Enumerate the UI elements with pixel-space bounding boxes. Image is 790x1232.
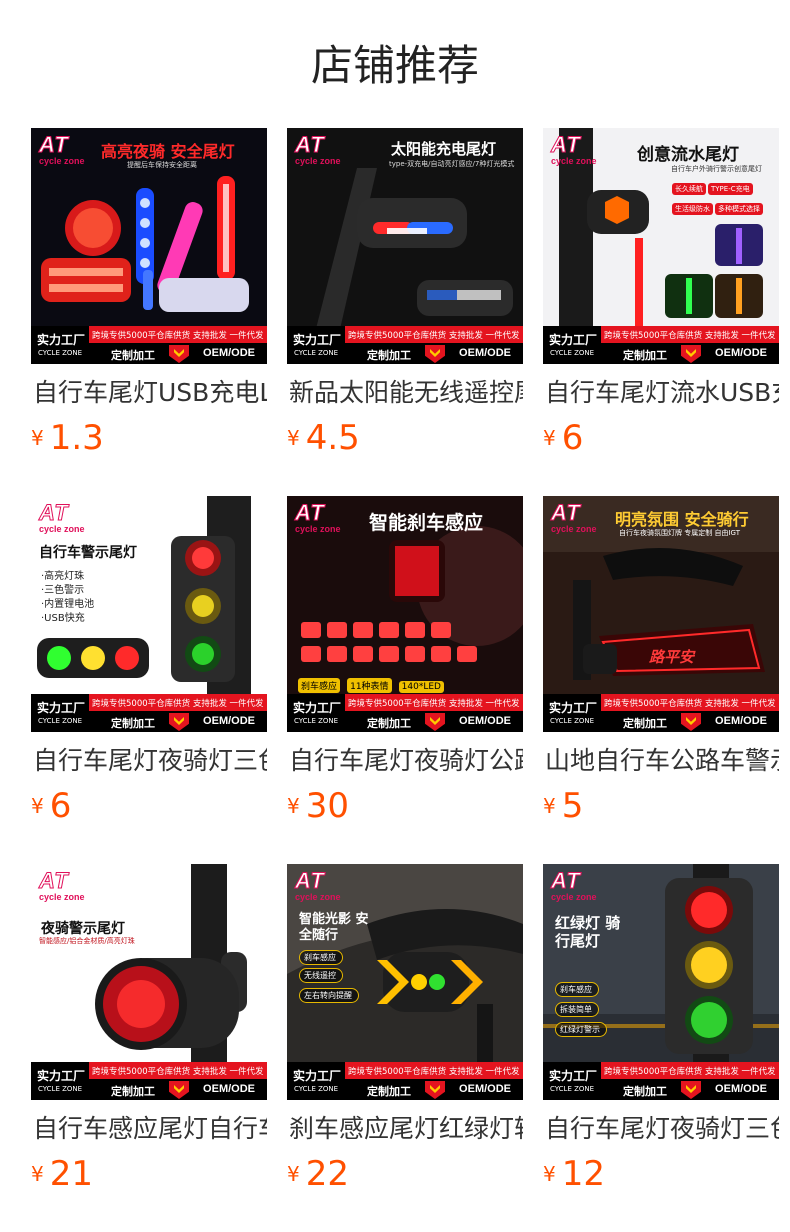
product-price: ¥21	[31, 1154, 93, 1194]
price-value: 30	[305, 786, 349, 826]
product-name[interactable]: 刹车感应尾灯红绿灯转向	[289, 1112, 523, 1146]
image-subline: 自行车户外骑行警示创意尾灯	[671, 165, 762, 173]
product-card[interactable]: AT cycle zone 智能刹车感应 刹车感应 11种表情 140*LED …	[287, 496, 523, 836]
image-headline: 红绿灯 骑行尾灯	[555, 914, 621, 950]
product-image[interactable]: AT cycle zone 自行车警示尾灯 ·高亮灯珠 ·三色警示 ·内置锂电池…	[31, 496, 267, 732]
currency-symbol: ¥	[287, 426, 300, 450]
brand-logo: AT cycle zone	[39, 132, 85, 166]
product-card[interactable]: AT cycle zone 明亮氛围 安全骑行 自行车夜骑氛围灯牌 专属定制 自…	[543, 496, 779, 836]
product-image[interactable]: AT cycle zone 明亮氛围 安全骑行 自行车夜骑氛围灯牌 专属定制 自…	[543, 496, 779, 732]
promo-strip: 实力工厂 CYCLE ZONE 跨境专供5000平仓库供货 支持批发 一件代发 定…	[543, 1062, 779, 1100]
feature-pills: 长久续航 TYPE-C充电生活级防水 多种模式选择	[671, 176, 771, 216]
currency-symbol: ¥	[287, 1162, 300, 1186]
product-name[interactable]: 山地自行车公路车警示尾灯	[545, 744, 779, 778]
promo-strip: 实力工厂 CYCLE ZONE 跨境专供5000平仓库供货 支持批发 一件代发 定…	[31, 326, 267, 364]
currency-symbol: ¥	[543, 1162, 556, 1186]
product-price: ¥30	[287, 786, 349, 826]
product-card[interactable]: AT cycle zone 创意流水尾灯 自行车户外骑行警示创意尾灯 长久续航 T…	[543, 128, 779, 468]
brand-logo: AT cycle zone	[551, 500, 597, 534]
product-card[interactable]: AT cycle zone 智能光影 安全随行 刹车感应 无线遥控 左右转向提醒…	[287, 864, 523, 1204]
product-card[interactable]: AT cycle zone 红绿灯 骑行尾灯 刹车感应 拆装简单 红绿灯警示 实…	[543, 864, 779, 1204]
product-image[interactable]: AT cycle zone 夜骑警示尾灯 智能感应/铝合金材质/高亮灯珠 实力工…	[31, 864, 267, 1100]
product-price: ¥1.3	[31, 418, 104, 458]
product-price: ¥4.5	[287, 418, 360, 458]
product-name[interactable]: 自行车尾灯USB充电LED	[33, 376, 267, 410]
promo-strip: 实力工厂 CYCLE ZONE 跨境专供5000平仓库供货 支持批发 一件代发 定…	[287, 1062, 523, 1100]
product-price: ¥22	[287, 1154, 349, 1194]
price-value: 22	[305, 1154, 349, 1194]
product-name[interactable]: 自行车尾灯流水USB充电	[545, 376, 779, 410]
price-value: 4.5	[305, 418, 360, 458]
product-card[interactable]: AT cycle zone 夜骑警示尾灯 智能感应/铝合金材质/高亮灯珠 实力工…	[31, 864, 267, 1204]
product-name[interactable]: 自行车尾灯夜骑灯三色红绿灯	[545, 1112, 779, 1146]
sign-text: 路平安	[649, 648, 695, 666]
image-headline: 创意流水尾灯	[637, 145, 739, 165]
product-image[interactable]: AT cycle zone 智能刹车感应 刹车感应 11种表情 140*LED …	[287, 496, 523, 732]
price-value: 6	[49, 786, 72, 826]
promo-strip: 实力工厂 CYCLE ZONE 跨境专供5000平仓库供货 支持批发 一件代发 定…	[287, 326, 523, 364]
price-value: 21	[49, 1154, 93, 1194]
image-subline: type-双充电/自动亮灯感应/7种灯光模式	[389, 160, 515, 168]
promo-strip: 实力工厂 CYCLE ZONE 跨境专供5000平仓库供货 支持批发 一件代发 定…	[543, 694, 779, 732]
product-card[interactable]: AT cycle zone 高亮夜骑 安全尾灯 提醒后车保持安全距离 实力工厂 C…	[31, 128, 267, 468]
brand-logo: AT cycle zone	[295, 868, 341, 902]
product-image[interactable]: AT cycle zone 智能光影 安全随行 刹车感应 无线遥控 左右转向提醒…	[287, 864, 523, 1100]
promo-strip: 实力工厂 CYCLE ZONE 跨境专供5000平仓库供货 支持批发 一件代发 定…	[31, 694, 267, 732]
brand-logo: AT cycle zone	[551, 132, 597, 166]
currency-symbol: ¥	[31, 794, 44, 818]
price-value: 1.3	[49, 418, 104, 458]
product-image[interactable]: AT cycle zone 红绿灯 骑行尾灯 刹车感应 拆装简单 红绿灯警示 实…	[543, 864, 779, 1100]
image-subline: 自行车夜骑氛围灯牌 专属定制 自由IGT	[619, 529, 740, 537]
feature-tags: 刹车感应 11种表情 140*LED	[297, 674, 445, 694]
image-subline: 智能感应/铝合金材质/高亮灯珠	[39, 937, 135, 945]
product-name[interactable]: 自行车尾灯夜骑灯三色警示	[33, 744, 267, 778]
brand-logo: AT cycle zone	[551, 868, 597, 902]
image-subline: 提醒后车保持安全距离	[127, 161, 197, 169]
image-headline: 高亮夜骑 安全尾灯	[101, 142, 235, 161]
product-name[interactable]: 新品太阳能无线遥控尾灯	[289, 376, 523, 410]
promo-strip: 实力工厂 CYCLE ZONE 跨境专供5000平仓库供货 支持批发 一件代发 定…	[287, 694, 523, 732]
product-card[interactable]: AT cycle zone 自行车警示尾灯 ·高亮灯珠 ·三色警示 ·内置锂电池…	[31, 496, 267, 836]
image-headline: 自行车警示尾灯	[39, 545, 137, 561]
price-value: 5	[561, 786, 584, 826]
currency-symbol: ¥	[543, 426, 556, 450]
product-name[interactable]: 自行车感应尾灯自行车尾灯	[33, 1112, 267, 1146]
currency-symbol: ¥	[287, 794, 300, 818]
brand-logo: AT cycle zone	[295, 132, 341, 166]
brand-logo: AT cycle zone	[295, 500, 341, 534]
price-value: 12	[561, 1154, 605, 1194]
promo-strip: 实力工厂 CYCLE ZONE 跨境专供5000平仓库供货 支持批发 一件代发 定…	[31, 1062, 267, 1100]
image-headline: 太阳能充电尾灯	[391, 140, 497, 158]
brand-logo: AT cycle zone	[39, 868, 85, 902]
product-price: ¥6	[31, 786, 71, 826]
image-headline: 智能刹车感应	[369, 512, 484, 534]
feature-list: ·高亮灯珠 ·三色警示 ·内置锂电池 ·USB快充	[41, 571, 95, 624]
brand-logo: AT cycle zone	[39, 500, 85, 534]
product-image[interactable]: AT cycle zone 高亮夜骑 安全尾灯 提醒后车保持安全距离 实力工厂 C…	[31, 128, 267, 364]
product-name[interactable]: 自行车尾灯夜骑灯公路车	[289, 744, 523, 778]
currency-symbol: ¥	[543, 794, 556, 818]
currency-symbol: ¥	[31, 426, 44, 450]
price-value: 6	[561, 418, 584, 458]
image-headline: 智能光影 安全随行	[299, 912, 369, 943]
promo-strip: 实力工厂 CYCLE ZONE 跨境专供5000平仓库供货 支持批发 一件代发 定…	[543, 326, 779, 364]
image-headline: 明亮氛围 安全骑行	[615, 510, 749, 529]
page-title: 店铺推荐	[310, 41, 479, 90]
currency-symbol: ¥	[31, 1162, 44, 1186]
image-headline: 夜骑警示尾灯	[41, 921, 125, 937]
product-card[interactable]: AT cycle zone 太阳能充电尾灯 type-双充电/自动亮灯感应/7种…	[287, 128, 523, 468]
product-price: ¥6	[543, 418, 583, 458]
product-price: ¥12	[543, 1154, 605, 1194]
product-price: ¥5	[543, 786, 583, 826]
product-image[interactable]: AT cycle zone 创意流水尾灯 自行车户外骑行警示创意尾灯 长久续航 T…	[543, 128, 779, 364]
product-image[interactable]: AT cycle zone 太阳能充电尾灯 type-双充电/自动亮灯感应/7种…	[287, 128, 523, 364]
